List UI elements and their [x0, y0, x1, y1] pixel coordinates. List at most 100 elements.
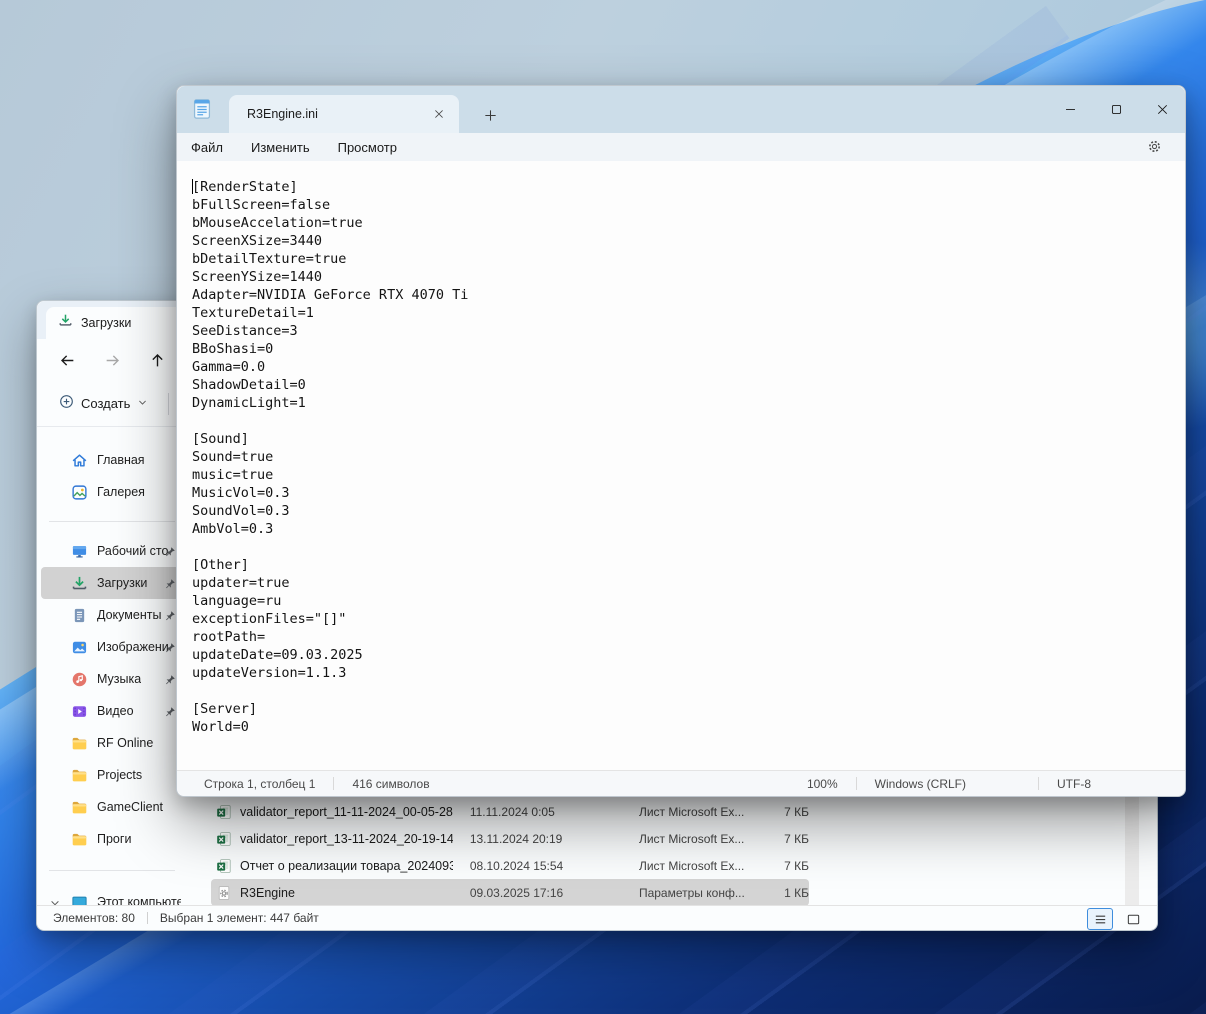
editor-line: AmbVol=0.3: [192, 520, 1185, 538]
explorer-status-bar: Элементов: 80 Выбран 1 элемент: 447 байт: [37, 905, 1157, 930]
editor-line: [RenderState]: [192, 178, 1185, 196]
sidebar-item-rf-online[interactable]: RF Online: [41, 727, 183, 759]
table-row[interactable]: validator_report_11-11-2024_00-05-2811.1…: [211, 798, 809, 825]
editor-line: SeeDistance=3: [192, 322, 1185, 340]
editor-line: ScreenXSize=3440: [192, 232, 1185, 250]
config-file-icon: [216, 885, 232, 901]
sidebar-item-проги[interactable]: Проги: [41, 823, 183, 855]
status-segment[interactable]: UTF-8: [1057, 777, 1091, 791]
menu-item-Файл[interactable]: Файл: [191, 140, 223, 155]
file-name: R3Engine: [240, 886, 453, 900]
pin-icon: [164, 673, 176, 685]
sidebar-item-изображени[interactable]: Изображени: [41, 631, 183, 663]
notepad-tab-title: R3Engine.ini: [247, 107, 427, 121]
details-view-icon[interactable]: [1087, 908, 1113, 930]
sidebar-item-рабочий-сто[interactable]: Рабочий сто: [41, 535, 183, 567]
file-type: Лист Microsoft Ex...: [622, 805, 761, 819]
menu-item-Просмотр[interactable]: Просмотр: [338, 140, 397, 155]
pin-icon: [164, 609, 176, 621]
notepad-tab[interactable]: R3Engine.ini: [229, 95, 459, 133]
editor-line: bMouseAccelation=true: [192, 214, 1185, 232]
sidebar-item-label: Этот компьюте: [97, 895, 181, 905]
notepad-app-icon: [191, 98, 213, 120]
menu-item-Изменить[interactable]: Изменить: [251, 140, 310, 155]
documents-icon: [71, 607, 88, 624]
sidebar-item-видео[interactable]: Видео: [41, 695, 183, 727]
sidebar-item-label: Галерея: [97, 485, 145, 499]
editor-line: TextureDetail=1: [192, 304, 1185, 322]
file-date: 13.11.2024 20:19: [453, 832, 622, 846]
tab-close-icon[interactable]: [427, 102, 451, 126]
file-date: 08.10.2024 15:54: [453, 859, 622, 873]
gear-icon[interactable]: [1147, 139, 1163, 155]
table-row[interactable]: Отчет о реализации товара_2024093008.10.…: [211, 852, 809, 879]
file-date: 09.03.2025 17:16: [453, 886, 622, 900]
chevron-down-icon: [137, 395, 148, 413]
file-name: validator_report_13-11-2024_20-19-14: [240, 832, 453, 846]
desktop-icon: [71, 543, 88, 560]
sidebar-item-музыка[interactable]: Музыка: [41, 663, 183, 695]
close-icon[interactable]: [1139, 86, 1185, 133]
downloads-icon: [58, 313, 73, 333]
sidebar-item-label: Главная: [97, 453, 145, 467]
file-size: 1 КБ: [761, 886, 809, 900]
pin-icon: [164, 641, 176, 653]
excel-file-icon: [216, 858, 232, 874]
editor-line: MusicVol=0.3: [192, 484, 1185, 502]
sidebar-item-label: Рабочий сто: [97, 544, 168, 558]
editor-line: [192, 538, 1185, 556]
status-right: 100% Windows (CRLF) UTF-8: [807, 777, 1091, 791]
sidebar-item-главная[interactable]: Главная: [41, 444, 183, 476]
sidebar-item-label: Видео: [97, 704, 134, 718]
table-row[interactable]: R3Engine09.03.2025 17:16Параметры конф..…: [211, 879, 809, 906]
maximize-icon[interactable]: [1093, 86, 1139, 133]
editor-line: updater=true: [192, 574, 1185, 592]
back-icon[interactable]: [55, 348, 79, 372]
video-icon: [71, 703, 88, 720]
editor-line: bDetailTexture=true: [192, 250, 1185, 268]
editor-line: language=ru: [192, 592, 1185, 610]
chevron-down-icon[interactable]: [49, 896, 61, 905]
editor-line: SoundVol=0.3: [192, 502, 1185, 520]
sidebar-item-этот-компьюте[interactable]: Этот компьюте: [41, 886, 183, 905]
editor-line: [Server]: [192, 700, 1185, 718]
sidebar-item-загрузки[interactable]: Загрузки: [41, 567, 183, 599]
file-type: Лист Microsoft Ex...: [622, 832, 761, 846]
sidebar-item-label: RF Online: [97, 736, 153, 750]
editor-line: ScreenYSize=1440: [192, 268, 1185, 286]
table-row[interactable]: validator_report_13-11-2024_20-19-1413.1…: [211, 825, 809, 852]
create-new-button[interactable]: Создать: [53, 389, 154, 419]
file-rows: validator_report_11-11-2024_00-05-2811.1…: [211, 798, 809, 906]
sidebar-item-gameclient[interactable]: GameClient: [41, 791, 183, 823]
tiles-view-icon[interactable]: [1121, 909, 1145, 929]
new-tab-icon[interactable]: [477, 102, 503, 128]
editor-line: DynamicLight=1: [192, 394, 1185, 412]
sidebar-item-label: Документы: [97, 608, 161, 622]
editor-line: [Sound]: [192, 430, 1185, 448]
sidebar-item-галерея[interactable]: Галерея: [41, 476, 183, 508]
file-size: 7 КБ: [761, 832, 809, 846]
folder-icon: [71, 767, 88, 784]
notepad-title-bar[interactable]: R3Engine.ini: [177, 86, 1185, 133]
editor-line: [Other]: [192, 556, 1185, 574]
editor-line: ShadowDetail=0: [192, 376, 1185, 394]
file-size: 7 КБ: [761, 805, 809, 819]
status-segment[interactable]: 100%: [807, 777, 838, 791]
minimize-icon[interactable]: [1047, 86, 1093, 133]
sidebar-item-документы[interactable]: Документы: [41, 599, 183, 631]
editor-line: BBoShasi=0: [192, 340, 1185, 358]
editor-line: Gamma=0.0: [192, 358, 1185, 376]
caption-buttons: [1047, 86, 1185, 133]
sidebar-item-projects[interactable]: Projects: [41, 759, 183, 791]
text-editor[interactable]: [RenderState]bFullScreen=falsebMouseAcce…: [177, 161, 1185, 770]
notepad-menu-bar: Файл Изменить Просмотр: [177, 133, 1185, 161]
view-toggle-buttons: [1087, 908, 1145, 930]
file-type: Параметры конф...: [622, 886, 761, 900]
status-segment[interactable]: Windows (CRLF): [875, 777, 966, 791]
create-new-label: Создать: [81, 396, 130, 411]
editor-line: updateDate=09.03.2025: [192, 646, 1185, 664]
explorer-tab-downloads[interactable]: Загрузки: [46, 307, 196, 339]
up-icon[interactable]: [145, 348, 169, 372]
editor-line: updateVersion=1.1.3: [192, 664, 1185, 682]
forward-icon: [100, 348, 124, 372]
